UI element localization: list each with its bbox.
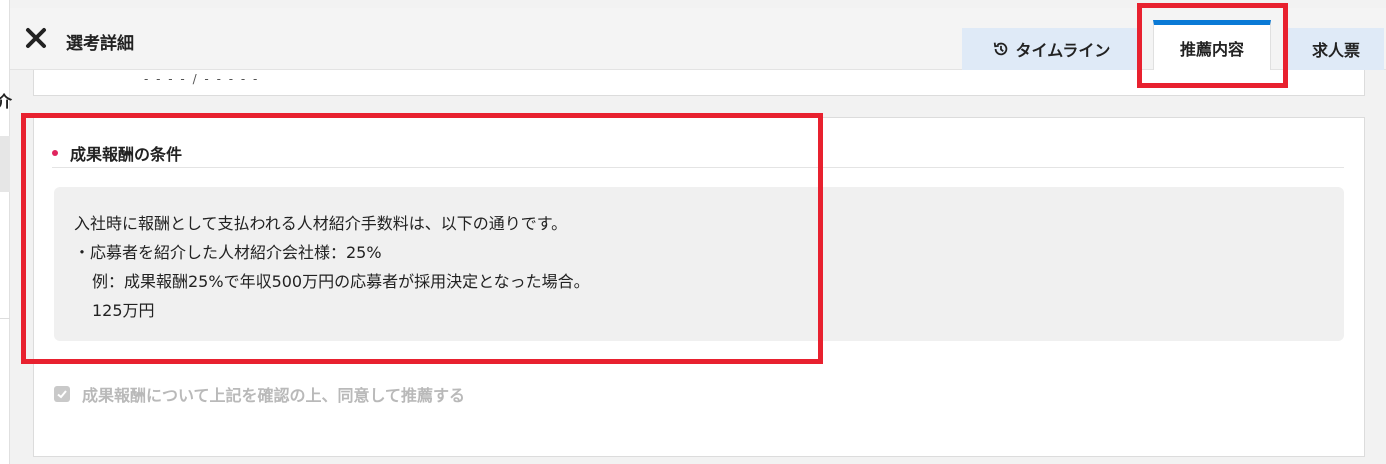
agreement-row[interactable]: 成果報酬について上記を確認の上、同意して推薦する (54, 382, 465, 406)
tab-recommendation-label: 推薦内容 (1179, 39, 1244, 59)
condition-line: ・応募者を紹介した人材紹介会社様：25% (74, 243, 382, 262)
section-title: 成果報酬の条件 (70, 144, 183, 164)
agreement-checkbox[interactable] (54, 386, 70, 402)
tab-job-posting[interactable]: 求人票 (1288, 28, 1384, 70)
background-divider (0, 318, 10, 319)
previous-card: - - - - / - - - - - (33, 70, 1365, 96)
conditions-box: 入社時に報酬として支払われる人材紹介手数料は、以下の通りです。 ・応募者を紹介し… (54, 187, 1344, 341)
condition-line: 例：成果報酬25%で年収500万円の応募者が採用決定となった場合。 (92, 272, 590, 291)
agreement-label: 成果報酬について上記を確認の上、同意して推薦する (82, 386, 466, 405)
background-text-fragment: 介 (0, 92, 13, 111)
tab-job-posting-label: 求人票 (1311, 41, 1360, 60)
background-page-strip: 介 (0, 0, 13, 464)
fee-conditions-card: 成果報酬の条件 入社時に報酬として支払われる人材紹介手数料は、以下の通りです。 … (33, 117, 1365, 457)
checkmark-icon (57, 390, 67, 399)
section-header: 成果報酬の条件 (52, 142, 1344, 168)
condition-line: 125万円 (92, 301, 155, 320)
tab-timeline-label: タイムライン (1015, 41, 1111, 60)
previous-card-text: - - - - / - - - - - (144, 72, 260, 86)
section-bullet (52, 149, 58, 156)
condition-line: 入社時に報酬として支払われる人材紹介手数料は、以下の通りです。 (74, 214, 568, 233)
close-button[interactable] (24, 26, 50, 52)
tab-recommendation[interactable]: 推薦内容 (1153, 20, 1271, 70)
tab-timeline[interactable]: タイムライン (962, 28, 1140, 70)
close-icon (26, 28, 46, 48)
background-row-shade (0, 136, 10, 192)
modal-header: 選考詳細 タイムライン 推薦内容 求人票 (10, 8, 1386, 70)
history-icon (993, 42, 1007, 56)
page-title: 選考詳細 (66, 34, 134, 54)
